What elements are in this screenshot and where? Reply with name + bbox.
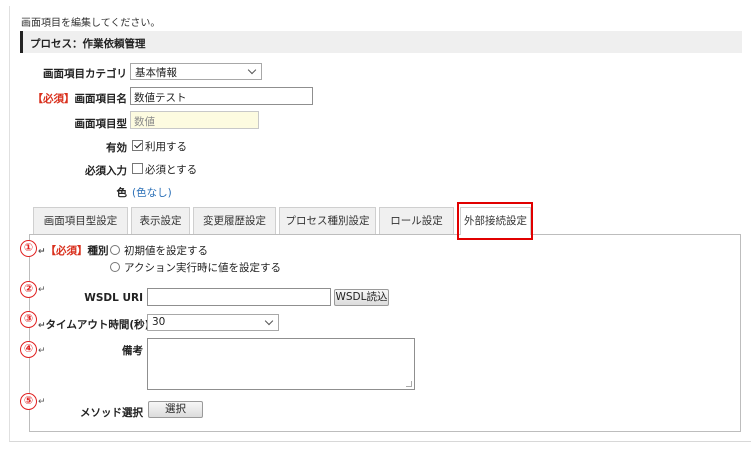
- instruction-text: 画面項目を編集してください。: [21, 18, 161, 29]
- marker-3: ③: [20, 311, 37, 328]
- name-label-group: 【必須】画面項目名: [20, 91, 128, 106]
- type-readonly-field: 数値: [130, 111, 259, 129]
- wsdl-load-button[interactable]: WSDL読込: [334, 289, 389, 306]
- marker-2: ②: [20, 281, 37, 298]
- kind-radio-action[interactable]: [110, 262, 120, 272]
- notes-label: 備考: [122, 345, 143, 357]
- return-glyph-3: ↵: [38, 321, 46, 331]
- marker-5: ⑤: [20, 393, 37, 410]
- wsdl-uri-input[interactable]: [147, 288, 331, 306]
- tab-process-type[interactable]: プロセス種別設定: [279, 207, 376, 234]
- return-glyph: ↵: [38, 247, 46, 257]
- timeout-label-group: ↵タイムアウト時間(秒): [38, 317, 149, 332]
- resize-grip-icon[interactable]: [406, 381, 412, 387]
- return-glyph-2: ↵: [38, 285, 46, 295]
- kind-option-initial[interactable]: 初期値を設定する: [110, 243, 208, 258]
- chevron-down-icon: [264, 316, 274, 326]
- active-tab-highlight: [457, 202, 533, 240]
- kind-label: 種別: [87, 245, 109, 257]
- kind-option-action[interactable]: アクション実行時に値を設定する: [110, 260, 281, 275]
- color-link[interactable]: (色なし): [132, 185, 172, 200]
- process-title: プロセス：作業依頼管理: [30, 38, 146, 50]
- kind-option-action-label: アクション実行時に値を設定する: [124, 262, 281, 274]
- wsdl-label: WSDL URI: [84, 292, 143, 304]
- type-label: 画面項目型: [74, 118, 128, 130]
- timeout-label: タイムアウト時間(秒): [45, 319, 150, 331]
- category-label: 画面項目カテゴリ: [43, 68, 127, 80]
- enabled-label: 有効: [106, 142, 127, 154]
- kind-label-group: ↵【必須】種別: [38, 243, 109, 258]
- required-input-label: 必須入力: [85, 165, 127, 177]
- tab-display[interactable]: 表示設定: [131, 207, 190, 234]
- category-select-value: 基本情報: [135, 67, 177, 79]
- kind-radio-initial[interactable]: [110, 245, 120, 255]
- return-glyph-5: ↵: [38, 397, 46, 407]
- name-input[interactable]: 数値テスト: [130, 87, 313, 105]
- kind-required-tag: 【必須】: [45, 245, 88, 257]
- method-select-button[interactable]: 選択: [148, 401, 203, 418]
- required-input-checkbox[interactable]: [132, 163, 143, 174]
- timeout-select-value: 30: [152, 316, 166, 328]
- tab-screen-item-type[interactable]: 画面項目型設定: [33, 207, 128, 234]
- timeout-select[interactable]: 30: [147, 314, 279, 331]
- method-label: メソッド選択: [80, 407, 143, 419]
- tab-change-history[interactable]: 変更履歴設定: [193, 207, 276, 234]
- tab-role[interactable]: ロール設定: [379, 207, 454, 234]
- color-label: 色: [116, 187, 128, 199]
- return-glyph-4: ↵: [38, 346, 46, 356]
- chevron-down-icon: [247, 65, 257, 75]
- name-label: 画面項目名: [74, 93, 128, 105]
- kind-option-initial-label: 初期値を設定する: [124, 245, 208, 257]
- required-tag: 【必須】: [32, 93, 75, 105]
- marker-4: ④: [20, 341, 37, 358]
- notes-textarea[interactable]: [147, 338, 415, 390]
- enabled-option-label: 利用する: [145, 141, 187, 153]
- enabled-checkbox[interactable]: [132, 140, 143, 151]
- category-select[interactable]: 基本情報: [130, 63, 262, 80]
- enabled-option[interactable]: 利用する: [132, 139, 187, 154]
- marker-1: ①: [20, 240, 37, 257]
- required-input-option-label: 必須とする: [145, 164, 198, 176]
- required-input-option[interactable]: 必須とする: [132, 162, 197, 177]
